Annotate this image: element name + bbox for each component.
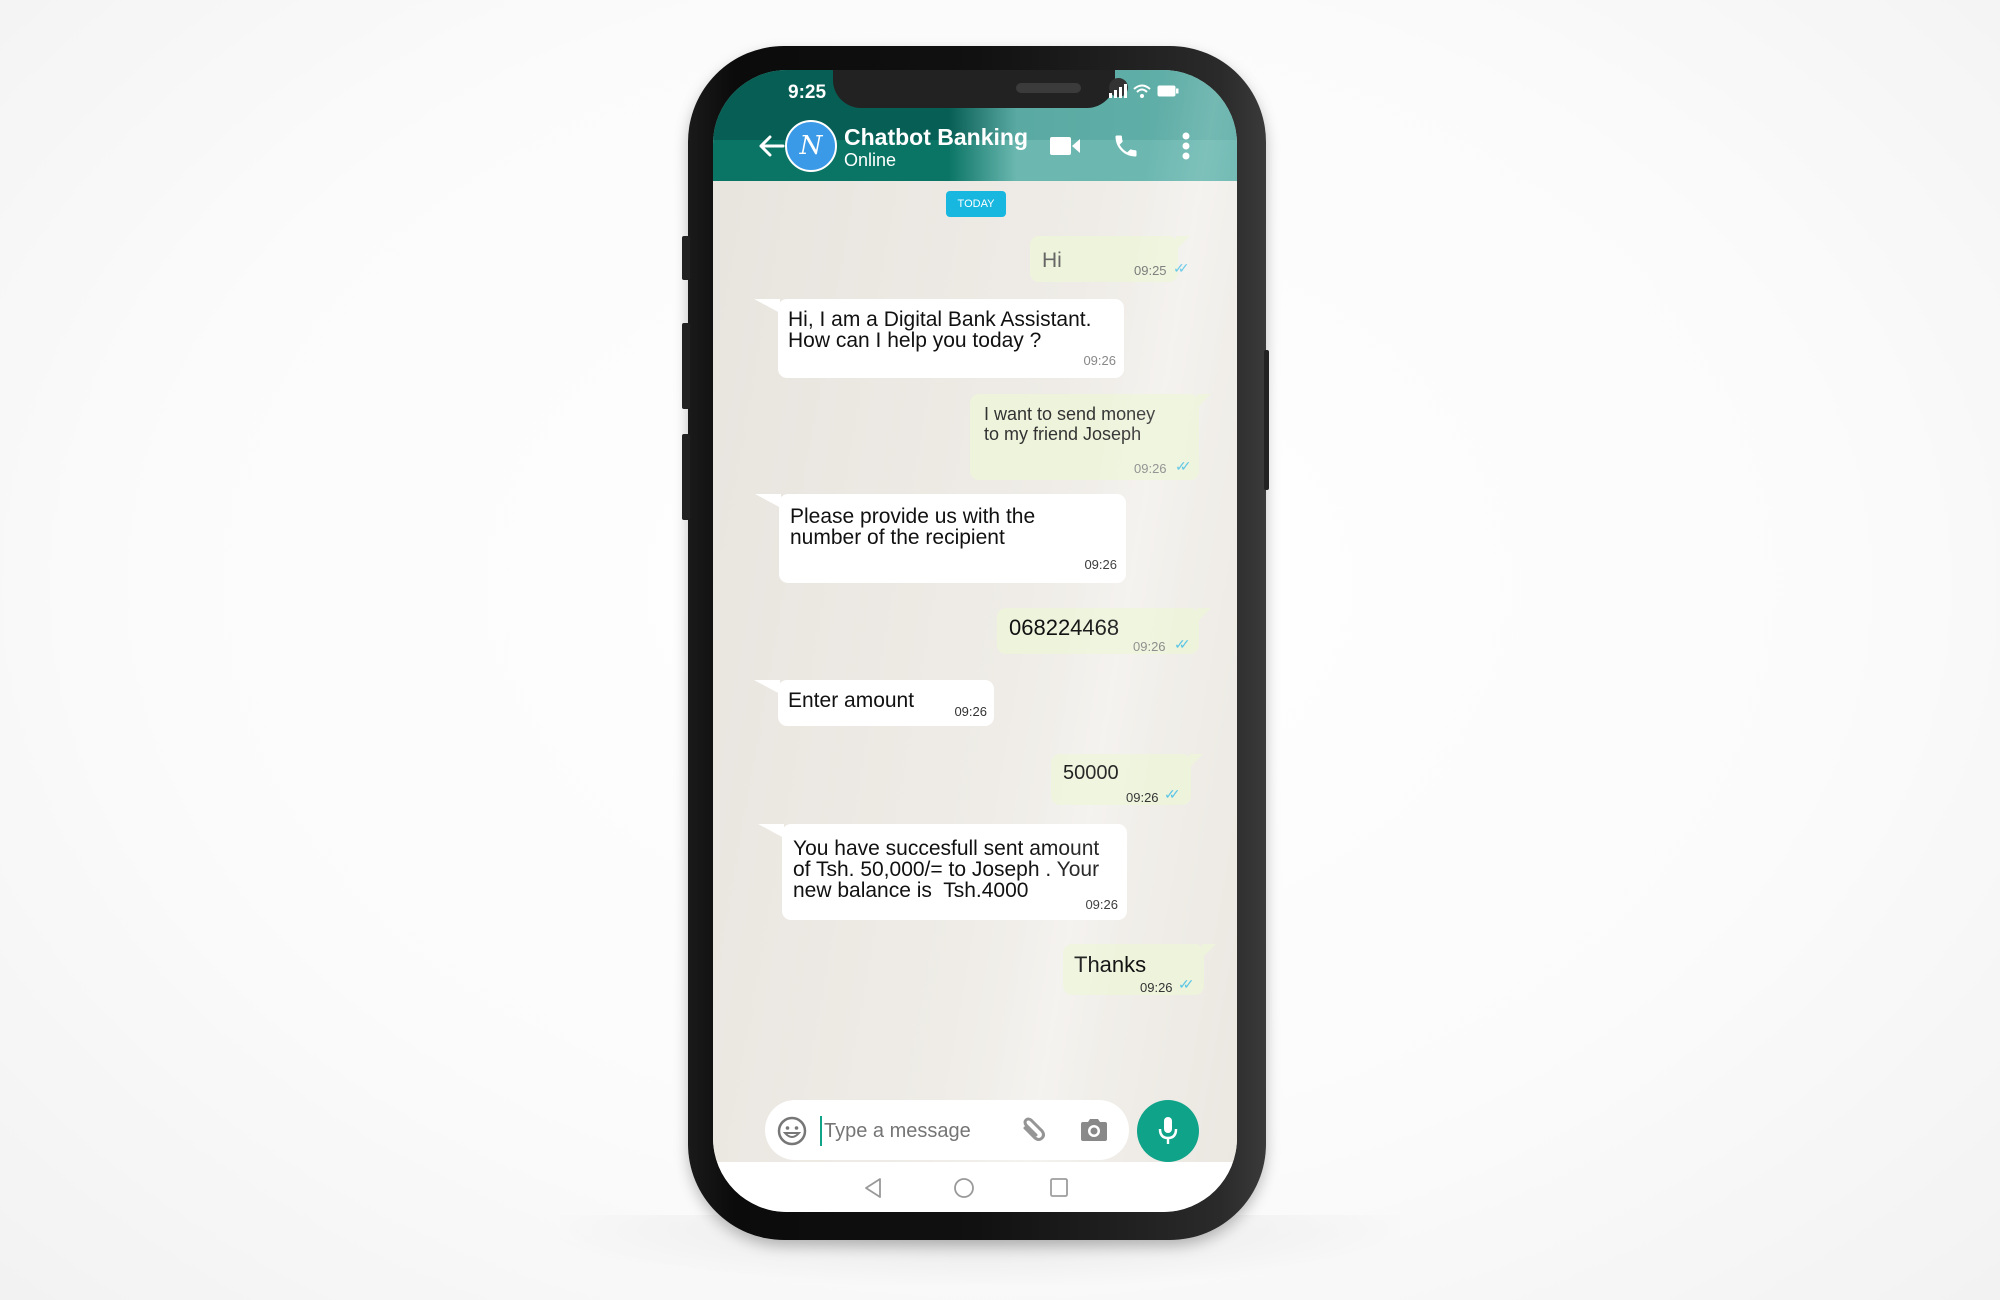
chat-subtitle: Online (844, 150, 897, 170)
nav-back-icon[interactable] (863, 1177, 883, 1199)
notch (833, 70, 1128, 108)
message-text: 068224468 (1009, 615, 1120, 640)
date-badge: TODAY (946, 191, 1006, 217)
video-call-icon[interactable] (1050, 135, 1082, 157)
message-incoming[interactable]: Enter amount 09:26 (754, 680, 994, 726)
emoji-icon[interactable] (777, 1116, 807, 1146)
more-vert-icon[interactable] (1181, 132, 1191, 160)
message-text: 50000 (1063, 762, 1119, 784)
avatar-letter: N (799, 131, 823, 161)
chat-area[interactable]: TODAY Hi 09:25 ✓✓ Hi, I am a Digital Ban… (713, 181, 1237, 1162)
earpiece-speaker (1016, 83, 1081, 93)
nav-recents-icon[interactable] (1049, 1177, 1069, 1199)
status-time: 9:25 (788, 82, 827, 103)
read-receipt-icon: ✓✓ (1174, 636, 1191, 652)
message-composer (765, 1100, 1129, 1160)
back-arrow-icon[interactable] (757, 134, 785, 158)
message-outgoing[interactable]: 068224468 09:26 ✓✓ (997, 608, 1211, 654)
message-time: 09:26 (1126, 790, 1159, 805)
signal-icon (1109, 84, 1127, 98)
camera-icon[interactable] (1079, 1117, 1109, 1143)
volume-down-button (682, 434, 690, 520)
power-button (1264, 350, 1269, 490)
message-text: Thanks (1074, 952, 1147, 977)
system-nav-bar (713, 1162, 1237, 1212)
message-time: 09:26 (1133, 639, 1166, 654)
wifi-icon (1133, 84, 1151, 98)
mute-switch (682, 236, 690, 280)
status-icons (1109, 84, 1179, 98)
message-time: 09:26 (1084, 557, 1117, 572)
phone-call-icon[interactable] (1112, 132, 1140, 160)
message-text: Please provide us with the number of the… (790, 505, 1036, 549)
message-incoming[interactable]: Please provide us with the number of the… (755, 494, 1126, 583)
message-outgoing[interactable]: Thanks 09:26 ✓✓ (1063, 944, 1216, 995)
avatar[interactable]: N (785, 120, 837, 172)
message-text: I want to send money to my friend Joseph (984, 404, 1156, 444)
read-receipt-icon: ✓✓ (1164, 786, 1181, 802)
attach-icon[interactable] (1017, 1114, 1049, 1146)
message-time: 09:25 (1134, 263, 1167, 278)
message-input[interactable] (822, 1112, 1006, 1150)
message-time: 09:26 (1083, 353, 1116, 368)
chat-header: 9:25 N Chatbot Banking Online (713, 70, 1237, 181)
read-receipt-icon: ✓✓ (1173, 260, 1190, 276)
message-incoming[interactable]: You have succesfull sent amount of Tsh. … (758, 824, 1127, 920)
microphone-icon (1158, 1117, 1178, 1144)
message-time: 09:26 (1134, 461, 1167, 476)
message-text: Hi, I am a Digital Bank Assistant. How c… (788, 308, 1092, 352)
message-outgoing[interactable]: Hi 09:25 ✓✓ (1030, 236, 1190, 282)
message-text: Enter amount (788, 689, 915, 712)
volume-up-button (682, 323, 690, 409)
message-text: Hi (1042, 249, 1062, 272)
message-time: 09:26 (1140, 980, 1173, 995)
message-outgoing[interactable]: 50000 09:26 ✓✓ (1051, 754, 1203, 805)
read-receipt-icon: ✓✓ (1178, 976, 1195, 992)
message-text: You have succesfull sent amount of Tsh. … (793, 837, 1100, 902)
message-outgoing[interactable]: I want to send money to my friend Joseph… (970, 394, 1211, 480)
battery-icon (1157, 85, 1179, 97)
message-time: 09:26 (1085, 897, 1118, 912)
chat-title[interactable]: Chatbot Banking (844, 124, 1028, 151)
phone-screen: 9:25 N Chatbot Banking Online TODAY Hi 0… (713, 70, 1237, 1212)
message-time: 09:26 (954, 704, 987, 719)
voice-record-button[interactable] (1137, 1100, 1199, 1162)
read-receipt-icon: ✓✓ (1175, 458, 1192, 474)
message-incoming[interactable]: Hi, I am a Digital Bank Assistant. How c… (754, 299, 1124, 378)
nav-home-icon[interactable] (953, 1177, 975, 1199)
